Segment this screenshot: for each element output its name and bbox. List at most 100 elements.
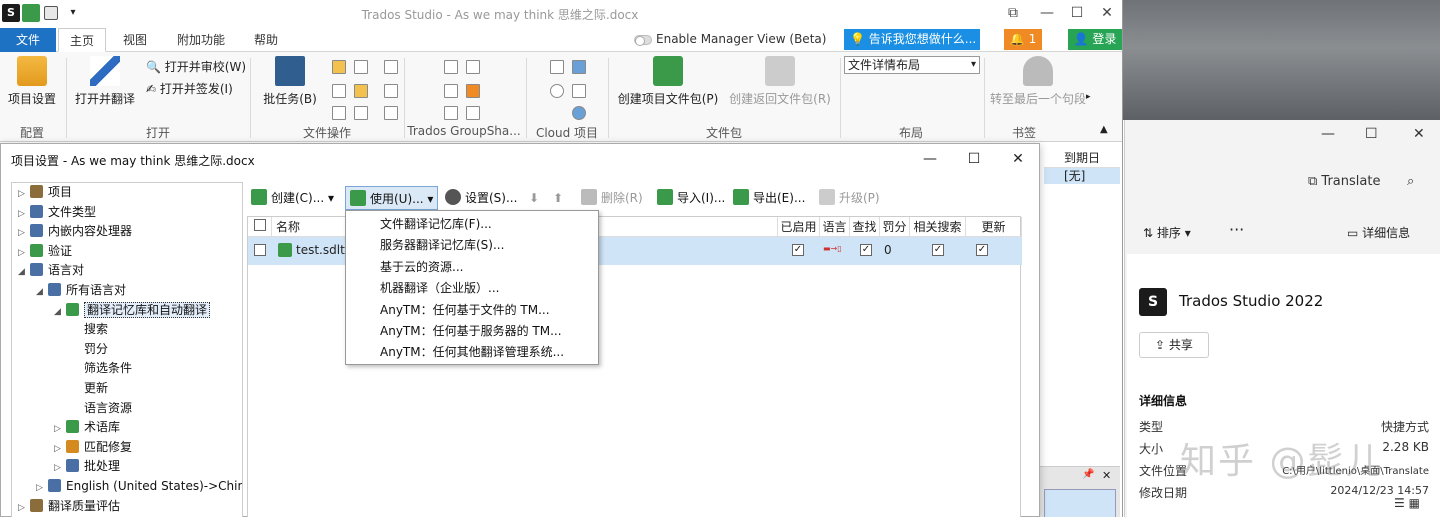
import-button[interactable]: 导入(I)... — [657, 186, 725, 210]
menu-item[interactable]: AnyTM：任何基于文件的 TM... — [380, 301, 550, 318]
manager-view-toggle[interactable] — [634, 35, 652, 46]
doc-dropdown-icon[interactable] — [354, 60, 368, 74]
tree-expander-icon[interactable]: ▷ — [18, 224, 30, 242]
tree-item[interactable]: ◢ 所有语言对 — [36, 281, 126, 299]
cloud-refresh-icon[interactable] — [550, 84, 564, 98]
more-options-icon[interactable]: ··· — [1229, 220, 1244, 239]
doc-list-icon[interactable] — [384, 60, 398, 74]
details-pane-button[interactable]: ▭ 详细信息 — [1347, 224, 1410, 241]
tab-home[interactable]: 主页 — [58, 28, 106, 52]
col-enabled[interactable]: 已启用 — [778, 217, 820, 237]
move-down-icon[interactable]: ⬇ — [529, 186, 539, 210]
calendar-icon[interactable] — [466, 106, 480, 120]
tree-item[interactable]: 语言资源 — [72, 399, 132, 417]
login-button[interactable]: 👤 登录 — [1068, 29, 1122, 50]
explorer-close-button[interactable]: ✕ — [1413, 126, 1425, 142]
dialog-minimize-button[interactable]: — — [915, 148, 945, 170]
tree-expander-icon[interactable]: ◢ — [18, 263, 30, 281]
tree-item[interactable]: ▷ 验证 — [18, 242, 72, 260]
settings-button[interactable]: 设置(S)... — [445, 186, 517, 210]
export-button[interactable]: 导出(E)... — [733, 186, 805, 210]
tree-item[interactable]: 罚分 — [72, 340, 108, 358]
explorer-maximize-button[interactable]: ☐ — [1365, 126, 1378, 142]
menu-item[interactable]: 机器翻译（企业版）... — [380, 279, 499, 296]
tree-expander-icon[interactable]: ▷ — [18, 499, 30, 517]
gs-doc-icon[interactable] — [444, 106, 458, 120]
gs-sync-icon[interactable] — [466, 60, 480, 74]
col-penalty[interactable]: 罚分 — [880, 217, 910, 237]
search-icon[interactable]: ⌕ — [1407, 174, 1414, 189]
delete-button[interactable]: 删除(R) — [581, 186, 643, 210]
panel-close-icon[interactable]: ✕ — [1102, 469, 1111, 482]
gs-upload-icon[interactable] — [444, 60, 458, 74]
dialog-close-button[interactable]: ✕ — [1003, 148, 1033, 170]
tree-expander-icon[interactable]: ◢ — [36, 283, 48, 301]
menu-item[interactable]: 文件翻译记忆库(F)... — [380, 215, 492, 232]
penalty-value[interactable]: 0 — [884, 243, 892, 257]
view-toggle-icons[interactable]: ☰ ▦ — [1394, 496, 1420, 510]
pin-icon[interactable]: 📌 — [1082, 469, 1094, 480]
tree-expander-icon[interactable]: ▷ — [54, 459, 66, 477]
doc-copy-icon[interactable] — [354, 106, 368, 120]
goto-last-segment-button[interactable]: 转至最后一个句段 — [990, 56, 1086, 107]
tell-me-search[interactable]: 💡 告诉我您想做什么... — [844, 29, 980, 50]
ribbon-scroll-right-icon[interactable]: ▸ — [1086, 92, 1091, 102]
open-signoff-button[interactable]: ✍ 打开并签发(I) — [146, 80, 233, 97]
col-concordance[interactable]: 相关搜索 — [910, 217, 966, 237]
open-review-button[interactable]: 🔍 打开并审校(W) — [146, 58, 246, 75]
row-select-checkbox[interactable] — [254, 244, 266, 256]
tree-item[interactable]: 更新 — [72, 379, 108, 397]
sort-button[interactable]: ⇅ 排序 ▾ — [1143, 224, 1191, 241]
tree-expander-icon[interactable]: ▷ — [18, 244, 30, 262]
tree-item[interactable]: ▷ 项目 — [18, 183, 72, 201]
lookup-checkbox[interactable]: ✓ — [860, 244, 872, 256]
tree-expander-icon[interactable]: ▷ — [36, 479, 48, 497]
tab-help[interactable]: 帮助 — [246, 28, 286, 52]
tab-addins[interactable]: 附加功能 — [166, 28, 236, 52]
doc-list-icon[interactable] — [384, 84, 398, 98]
tree-expander-icon[interactable]: ▷ — [54, 440, 66, 458]
tree-item[interactable]: 筛选条件 — [72, 359, 132, 377]
cloud-users-icon[interactable] — [572, 60, 586, 74]
doc-list-icon[interactable] — [384, 106, 398, 120]
tree-item[interactable]: ▷ 文件类型 — [18, 203, 96, 221]
use-button[interactable]: 使用(U)... ▾ — [345, 186, 439, 210]
tab-file[interactable]: 文件 — [0, 28, 56, 52]
dialog-maximize-button[interactable]: ☐ — [959, 148, 989, 170]
tree-item[interactable]: ▷ English (United States)->Chinese ( — [36, 477, 242, 497]
minimize-button[interactable]: — — [1030, 3, 1064, 23]
col-update[interactable]: 更新 — [966, 217, 1022, 237]
col-lookup[interactable]: 查找 — [850, 217, 880, 237]
tree-expander-icon[interactable]: ▷ — [18, 205, 30, 223]
menu-item[interactable]: AnyTM：任何其他翻译管理系统... — [380, 343, 564, 360]
move-up-icon[interactable]: ⬆ — [553, 186, 563, 210]
menu-item[interactable]: 服务器翻译记忆库(S)... — [380, 236, 504, 253]
share-button[interactable]: ⇪ 共享 — [1139, 332, 1209, 358]
open-folder-icon[interactable] — [332, 60, 346, 74]
select-all-header[interactable] — [248, 217, 272, 237]
batch-tasks-button[interactable]: 批任务(B) — [262, 56, 318, 107]
tree-item[interactable]: ◢ 语言对 — [18, 261, 84, 279]
upgrade-button[interactable]: 升级(P) — [819, 186, 880, 210]
tree-item[interactable]: ▷ 翻译质量评估 — [18, 497, 120, 515]
menu-item[interactable]: AnyTM：任何基于服务器的 TM... — [380, 322, 562, 339]
doc-icon[interactable] — [332, 84, 346, 98]
concordance-checkbox[interactable]: ✓ — [932, 244, 944, 256]
flag-icon[interactable] — [466, 84, 480, 98]
gs-download-icon[interactable] — [444, 84, 458, 98]
doc-search-icon[interactable] — [332, 106, 346, 120]
tree-item[interactable]: 搜索 — [72, 320, 108, 338]
project-settings-button[interactable]: 项目设置 — [6, 56, 58, 107]
menu-item[interactable]: 基于云的资源... — [380, 258, 463, 275]
col-language[interactable]: 语言 — [820, 217, 850, 237]
due-date-header[interactable]: 到期日 — [1044, 148, 1120, 168]
maximize-button[interactable]: ☐ — [1060, 3, 1094, 23]
explorer-minimize-button[interactable]: — — [1321, 126, 1335, 142]
open-translate-button[interactable]: 打开并翻译 — [72, 56, 138, 107]
select-all-checkbox[interactable] — [253, 219, 266, 231]
collapse-ribbon-icon[interactable]: ▲ — [1100, 124, 1108, 135]
update-checkbox[interactable]: ✓ — [976, 244, 988, 256]
notifications-button[interactable]: 🔔 1 — [1004, 29, 1042, 50]
translate-breadcrumb[interactable]: ⧉ Translate — [1308, 174, 1380, 189]
layout-select[interactable]: 文件详情布局 — [844, 56, 980, 74]
